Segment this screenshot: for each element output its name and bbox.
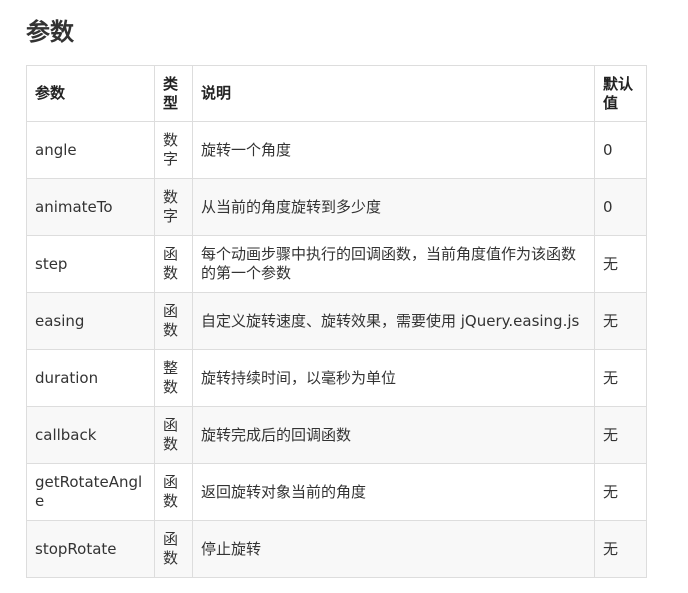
cell-type: 数字 — [154, 178, 193, 236]
header-param: 参数 — [26, 65, 155, 122]
header-type: 类型 — [154, 65, 193, 122]
cell-type: 函数 — [154, 292, 193, 350]
cell-type: 数字 — [154, 121, 193, 179]
cell-param-name: stopRotate — [26, 520, 155, 578]
cell-param-name: angle — [26, 121, 155, 179]
cell-param-name: callback — [26, 406, 155, 464]
table-row: stopRotate 函数 停止旋转 无 — [26, 520, 647, 578]
table-row: step 函数 每个动画步骤中执行的回调函数，当前角度值作为该函数的第一个参数 … — [26, 235, 647, 293]
cell-default: 0 — [594, 178, 647, 236]
cell-param-name: step — [26, 235, 155, 293]
cell-description: 每个动画步骤中执行的回调函数，当前角度值作为该函数的第一个参数 — [192, 235, 595, 293]
table-row: callback 函数 旋转完成后的回调函数 无 — [26, 406, 647, 464]
table-row: easing 函数 自定义旋转速度、旋转效果，需要使用 jQuery.easin… — [26, 292, 647, 350]
cell-description: 停止旋转 — [192, 520, 595, 578]
cell-description: 旋转完成后的回调函数 — [192, 406, 595, 464]
header-default: 默认值 — [594, 65, 647, 122]
params-table: 参数 类型 说明 默认值 angle 数字 旋转一个角度 0 animateTo… — [26, 65, 647, 578]
cell-description: 旋转持续时间，以毫秒为单位 — [192, 349, 595, 407]
table-row: angle 数字 旋转一个角度 0 — [26, 121, 647, 179]
cell-type: 函数 — [154, 406, 193, 464]
cell-default: 无 — [594, 292, 647, 350]
cell-default: 无 — [594, 406, 647, 464]
cell-description: 返回旋转对象当前的角度 — [192, 463, 595, 521]
cell-default: 无 — [594, 520, 647, 578]
cell-type: 整数 — [154, 349, 193, 407]
cell-description: 自定义旋转速度、旋转效果，需要使用 jQuery.easing.js — [192, 292, 595, 350]
page-title: 参数 — [26, 18, 74, 46]
cell-description: 从当前的角度旋转到多少度 — [192, 178, 595, 236]
cell-default: 无 — [594, 349, 647, 407]
cell-param-name: easing — [26, 292, 155, 350]
cell-param-name: animateTo — [26, 178, 155, 236]
table-row: duration 整数 旋转持续时间，以毫秒为单位 无 — [26, 349, 647, 407]
cell-default: 无 — [594, 235, 647, 293]
table-row: getRotateAngle 函数 返回旋转对象当前的角度 无 — [26, 463, 647, 521]
cell-param-name: getRotateAngle — [26, 463, 155, 521]
cell-description: 旋转一个角度 — [192, 121, 595, 179]
header-description: 说明 — [192, 65, 595, 122]
table-row: animateTo 数字 从当前的角度旋转到多少度 0 — [26, 178, 647, 236]
cell-param-name: duration — [26, 349, 155, 407]
cell-default: 0 — [594, 121, 647, 179]
cell-type: 函数 — [154, 235, 193, 293]
cell-type: 函数 — [154, 463, 193, 521]
table-header-row: 参数 类型 说明 默认值 — [26, 65, 647, 122]
cell-default: 无 — [594, 463, 647, 521]
cell-type: 函数 — [154, 520, 193, 578]
